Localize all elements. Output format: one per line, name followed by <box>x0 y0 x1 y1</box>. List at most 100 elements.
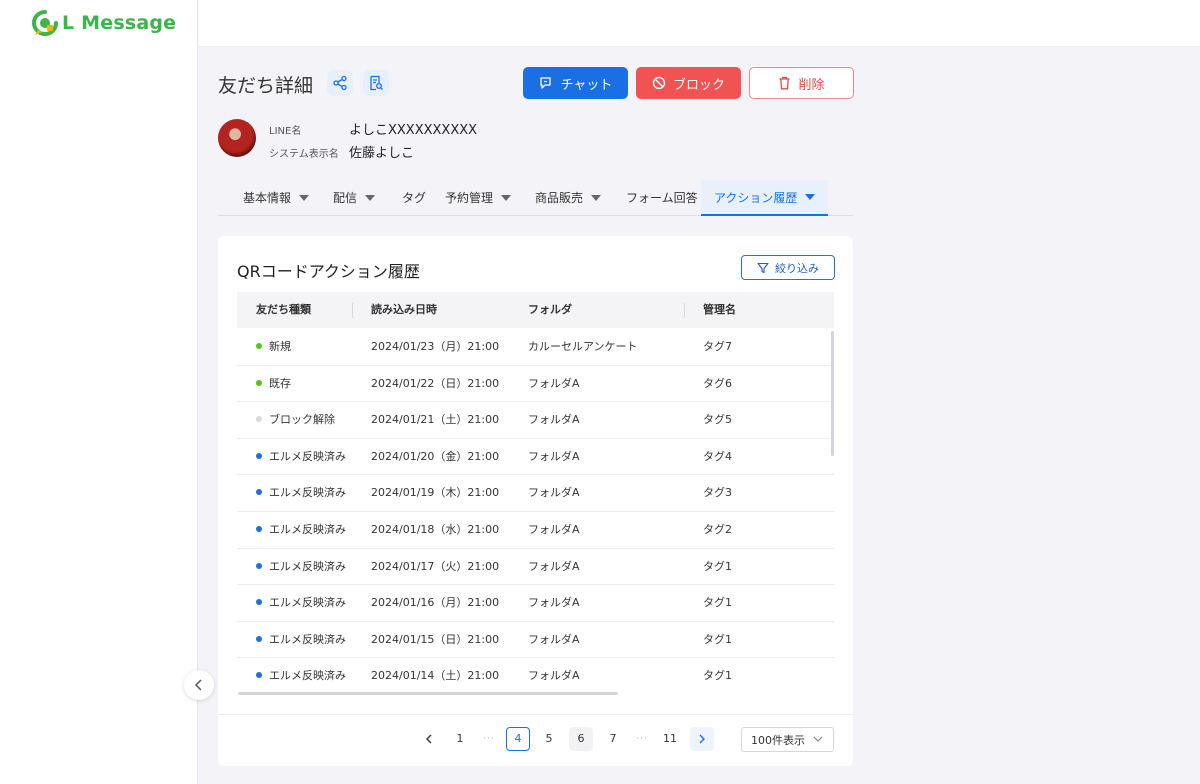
chat-button-label: チャット <box>560 77 613 93</box>
prev-page-button[interactable] <box>417 727 441 751</box>
friend-type-label: ブロック解除 <box>269 413 335 427</box>
tab-label: 基本情報 <box>243 191 292 205</box>
tab-delivery[interactable]: 配信 <box>333 180 376 215</box>
share-button[interactable] <box>327 70 353 96</box>
tab-product-sales[interactable]: 商品販売 <box>535 180 602 215</box>
next-page-button[interactable] <box>690 727 714 751</box>
status-dot-icon <box>256 635 262 642</box>
column-header-folder[interactable]: フォルダ <box>528 292 572 328</box>
document-search-icon <box>370 75 383 91</box>
tab-label: タグ <box>402 191 427 205</box>
cell-folder: フォルダA <box>528 632 580 646</box>
table-row[interactable]: エルメ反映済み 2024/01/18（水）21:00 フォルダA タグ2 <box>237 512 834 549</box>
table-row[interactable]: エルメ反映済み 2024/01/19（木）21:00 フォルダA タグ3 <box>237 475 834 512</box>
tab-action-history[interactable]: アクション履歴 <box>701 180 829 216</box>
table-row[interactable]: エルメ反映済み 2024/01/17（火）21:00 フォルダA タグ1 <box>237 549 834 586</box>
share-icon <box>333 75 347 91</box>
cell-management-name: タグ7 <box>703 340 732 353</box>
caret-down-icon <box>805 194 816 200</box>
caret-down-icon <box>591 194 602 201</box>
status-dot-icon <box>256 452 262 459</box>
filter-button[interactable]: 絞り込み <box>741 255 835 280</box>
column-header-management-name[interactable]: 管理名 <box>703 292 736 328</box>
table-row[interactable]: エルメ反映済み 2024/01/16（月）21:00 フォルダA タグ1 <box>237 585 834 622</box>
filter-icon <box>757 262 769 273</box>
page-button[interactable]: 5 <box>537 727 561 751</box>
chat-button[interactable]: チャット <box>523 67 628 99</box>
delete-button[interactable]: 削除 <box>749 67 854 99</box>
page-button-current[interactable]: 4 <box>506 727 530 751</box>
cell-friend-type: 既存 <box>256 366 291 402</box>
logo[interactable]: L Message <box>32 10 176 36</box>
block-icon <box>652 76 666 90</box>
column-divider <box>352 303 353 318</box>
horizontal-scrollbar[interactable] <box>238 692 618 695</box>
cell-folder: フォルダA <box>528 486 580 500</box>
logo-icon <box>32 10 58 36</box>
column-header-friend-type[interactable]: 友だち種類 <box>256 292 311 328</box>
column-divider <box>684 303 685 318</box>
tab-tags[interactable]: タグ <box>402 180 426 215</box>
caret-down-icon <box>299 194 310 201</box>
cell-folder: フォルダA <box>528 522 580 536</box>
chat-icon <box>539 77 551 89</box>
trash-icon <box>779 76 790 90</box>
chevron-right-icon <box>699 734 705 744</box>
friend-type-label: エルメ反映済み <box>269 449 346 463</box>
cell-folder: フォルダA <box>528 669 580 683</box>
cell-management-name: タグ2 <box>703 522 732 536</box>
page-button[interactable]: 11 <box>658 727 682 751</box>
page-button[interactable]: 1 <box>448 727 472 751</box>
friend-type-label: エルメ反映済み <box>269 522 346 536</box>
page-title: 友だち詳細 <box>218 75 314 97</box>
status-dot-icon <box>256 525 262 532</box>
cell-management-name: タグ1 <box>703 632 732 646</box>
cell-friend-type: エルメ反映済み <box>256 475 346 511</box>
logo-text: L Message <box>62 12 177 34</box>
table-row[interactable]: ブロック解除 2024/01/21（土）21:00 フォルダA タグ5 <box>237 402 834 439</box>
table-row[interactable]: エルメ反映済み 2024/01/20（金）21:00 フォルダA タグ4 <box>237 439 834 476</box>
friend-type-label: エルメ反映済み <box>269 559 346 573</box>
delete-button-label: 削除 <box>798 77 825 93</box>
page-ellipsis[interactable]: ··· <box>477 727 501 751</box>
table-row[interactable]: エルメ反映済み 2024/01/15（日）21:00 フォルダA タグ1 <box>237 622 834 659</box>
page-ellipsis[interactable]: ··· <box>630 727 654 751</box>
tab-label: 配信 <box>333 191 358 205</box>
vertical-scrollbar[interactable] <box>831 331 834 456</box>
cell-folder: カルーセルアンケート <box>528 340 638 353</box>
table-row[interactable]: 既存 2024/01/22（日）21:00 フォルダA タグ6 <box>237 366 834 403</box>
divider <box>218 714 853 715</box>
cell-folder: フォルダA <box>528 559 580 573</box>
status-dot-icon <box>256 416 262 423</box>
system-name-value: 佐藤よしこ <box>349 146 415 161</box>
status-dot-icon <box>256 562 262 569</box>
table-row[interactable]: エルメ反映済み 2024/01/14（土）21:00 フォルダA タグ1 <box>237 658 834 694</box>
table-body: 新規 2024/01/23（月）21:00 カルーセルアンケート タグ7 既存 2024/… <box>237 329 834 694</box>
document-search-button[interactable] <box>363 70 389 96</box>
cell-scan-datetime: 2024/01/16（月）21:00 <box>371 596 500 610</box>
filter-button-label: 絞り込み <box>775 261 819 275</box>
cell-friend-type: エルメ反映済み <box>256 658 346 694</box>
tab-form-responses[interactable]: フォーム回答 <box>626 180 698 215</box>
status-dot-icon <box>256 599 262 606</box>
tab-basic-info[interactable]: 基本情報 <box>243 180 310 215</box>
per-page-select[interactable]: 100件表示 <box>741 727 834 752</box>
cell-friend-type: 新規 <box>256 329 291 365</box>
tab-reservations[interactable]: 予約管理 <box>445 180 512 215</box>
cell-management-name: タグ6 <box>703 376 732 390</box>
avatar <box>218 119 256 157</box>
column-header-scan-datetime[interactable]: 読み込み日時 <box>371 292 437 328</box>
cell-friend-type: エルメ反映済み <box>256 549 346 585</box>
cell-scan-datetime: 2024/01/17（火）21:00 <box>371 559 500 573</box>
chevron-left-icon <box>426 734 432 744</box>
status-dot-icon <box>256 379 262 386</box>
table-row[interactable]: 新規 2024/01/23（月）21:00 カルーセルアンケート タグ7 <box>237 329 834 366</box>
sidebar-collapse-button[interactable] <box>184 670 214 700</box>
top-bar <box>199 0 1200 47</box>
block-button[interactable]: ブロック <box>636 67 741 99</box>
block-button-label: ブロック <box>672 77 725 93</box>
cell-scan-datetime: 2024/01/14（土）21:00 <box>371 669 500 683</box>
cell-friend-type: エルメ反映済み <box>256 439 346 475</box>
page-button[interactable]: 7 <box>601 727 625 751</box>
page-button[interactable]: 6 <box>569 727 593 751</box>
